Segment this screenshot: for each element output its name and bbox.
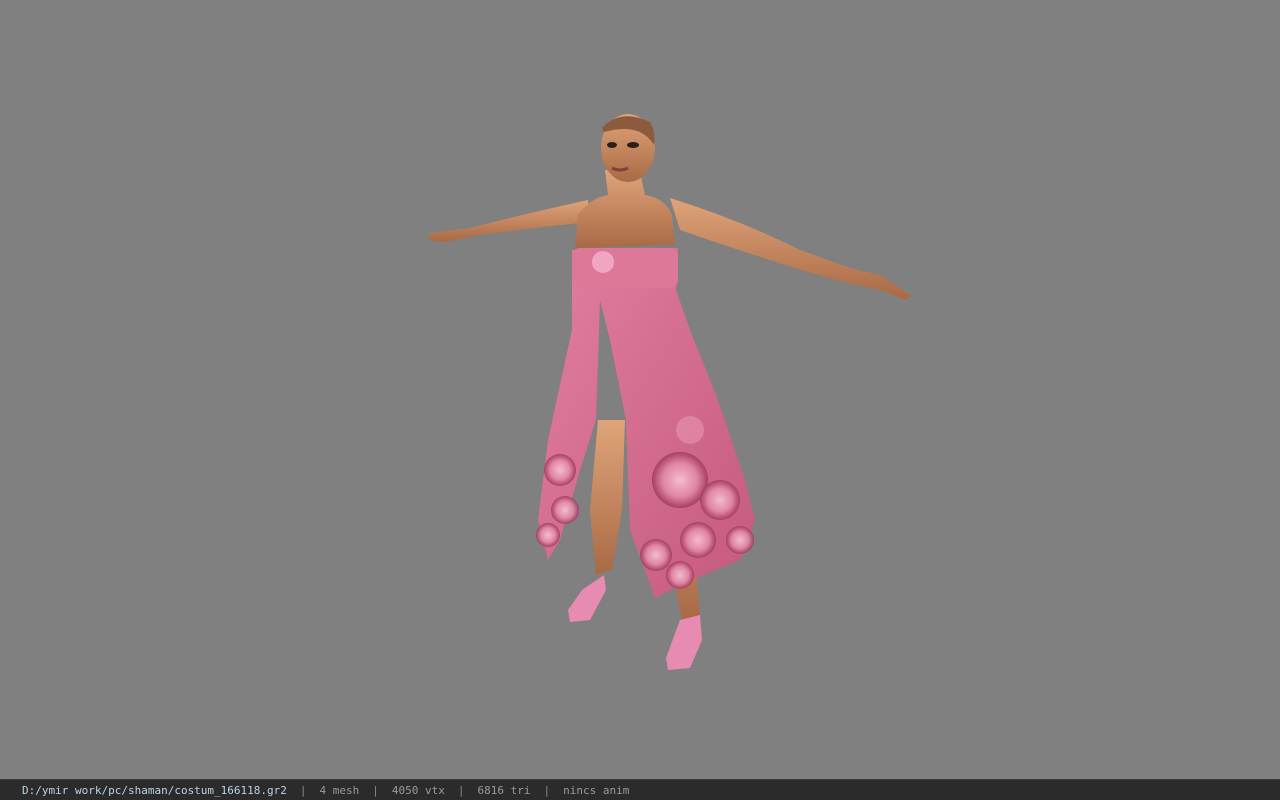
separator: |	[372, 783, 379, 797]
separator: |	[457, 783, 465, 797]
head	[601, 114, 655, 182]
triangle-count: 6816 tri	[477, 783, 531, 797]
character-model[interactable]	[0, 0, 1280, 779]
3d-viewport[interactable]	[0, 0, 1280, 779]
file-path: D:/ymir work/pc/shaman/costum_166118.gr2	[22, 783, 287, 797]
right-arm	[670, 198, 912, 300]
anim-status: nincs anim	[563, 783, 630, 797]
separator: |	[299, 783, 307, 797]
left-arm	[428, 200, 590, 242]
mesh-count: 4 mesh	[319, 783, 360, 797]
separator: |	[543, 783, 551, 797]
status-bar: D:/ymir work/pc/shaman/costum_166118.gr2…	[0, 779, 1280, 800]
vertex-count: 4050 vtx	[391, 783, 445, 797]
pink-dress	[536, 248, 755, 598]
